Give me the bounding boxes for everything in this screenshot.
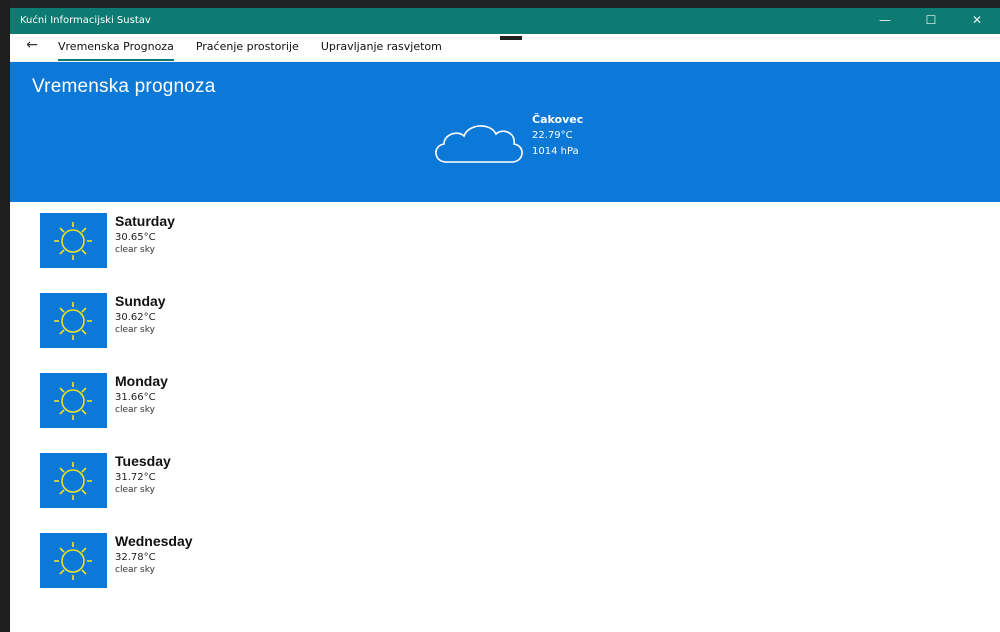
forecast-item: Wednesday 32.78°C clear sky <box>40 529 340 609</box>
day-name: Tuesday <box>115 453 171 469</box>
window-title: Kućni Informacijski Sustav <box>20 15 151 26</box>
app-window: Kućni Informacijski Sustav — ☐ ✕ ← Vreme… <box>10 8 1000 632</box>
forecast-item: Sunday 30.62°C clear sky <box>40 289 340 369</box>
tab-pracenje-prostorije[interactable]: Praćenje prostorije <box>196 34 299 61</box>
day-name: Saturday <box>115 213 175 229</box>
day-temperature: 30.65°C <box>115 232 156 243</box>
day-name: Sunday <box>115 293 166 309</box>
day-name: Monday <box>115 373 168 389</box>
forecast-list: Saturday 30.65°C clear sky Sunday 30.62°… <box>40 209 340 609</box>
tab-strip: Vremenska Prognoza Praćenje prostorije U… <box>58 34 464 61</box>
day-description: clear sky <box>115 325 155 335</box>
window-controls: — ☐ ✕ <box>862 8 1000 34</box>
forecast-item: Monday 31.66°C clear sky <box>40 369 340 449</box>
current-pressure: 1014 hPa <box>532 146 579 157</box>
day-description: clear sky <box>115 485 155 495</box>
cloud-icon <box>435 125 523 163</box>
sun-icon <box>40 373 107 428</box>
city-name: Čakovec <box>532 113 584 126</box>
tab-upravljanje-rasvjetom[interactable]: Upravljanje rasvjetom <box>321 34 442 61</box>
forecast-item: Tuesday 31.72°C clear sky <box>40 449 340 529</box>
back-arrow-icon[interactable]: ← <box>22 37 42 53</box>
current-temperature: 22.79°C <box>532 130 573 141</box>
background-app-strip <box>0 0 1000 8</box>
day-description: clear sky <box>115 405 155 415</box>
weather-header: Vremenska prognoza Čakovec 22.79°C 1014 … <box>10 62 1000 202</box>
day-description: clear sky <box>115 245 155 255</box>
drag-handle[interactable] <box>500 36 522 40</box>
maximize-button[interactable]: ☐ <box>908 8 954 34</box>
close-button[interactable]: ✕ <box>954 8 1000 34</box>
background-app-edge <box>0 0 10 632</box>
forecast-item: Saturday 30.65°C clear sky <box>40 209 340 289</box>
navigation-bar: ← Vremenska Prognoza Praćenje prostorije… <box>10 34 1000 62</box>
sun-icon <box>40 453 107 508</box>
minimize-button[interactable]: — <box>862 8 908 34</box>
day-description: clear sky <box>115 565 155 575</box>
page-title: Vremenska prognoza <box>32 76 216 97</box>
day-temperature: 32.78°C <box>115 552 156 563</box>
title-bar[interactable]: Kućni Informacijski Sustav — ☐ ✕ <box>10 8 1000 34</box>
sun-icon <box>40 213 107 268</box>
day-temperature: 30.62°C <box>115 312 156 323</box>
sun-icon <box>40 293 107 348</box>
day-temperature: 31.72°C <box>115 472 156 483</box>
sun-icon <box>40 533 107 588</box>
current-weather: Čakovec 22.79°C 1014 hPa <box>532 112 583 160</box>
day-temperature: 31.66°C <box>115 392 156 403</box>
tab-vremenska-prognoza[interactable]: Vremenska Prognoza <box>58 34 174 61</box>
day-name: Wednesday <box>115 533 193 549</box>
